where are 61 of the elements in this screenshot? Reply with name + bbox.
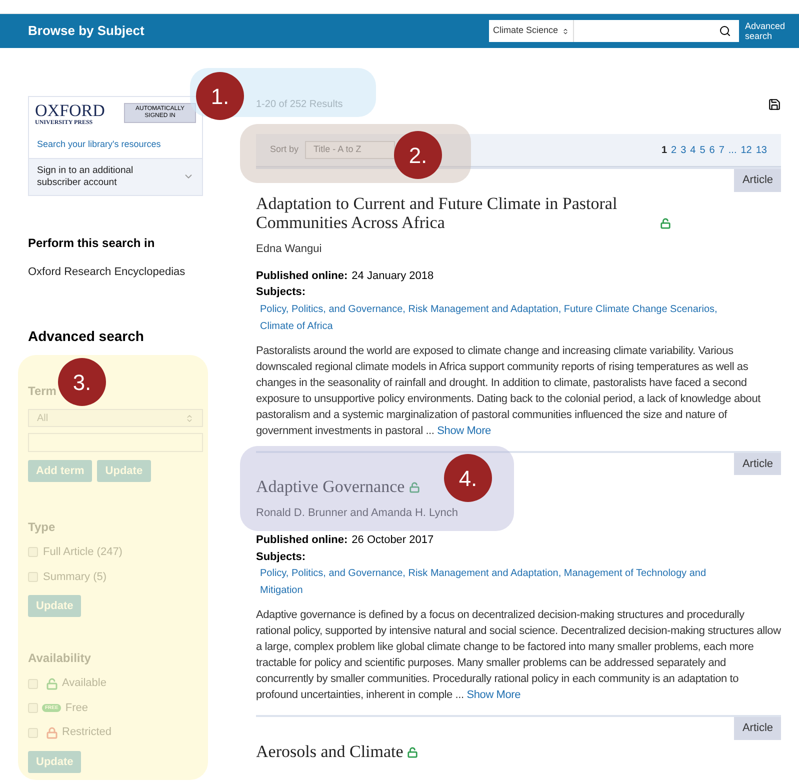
page-link[interactable]: 3 xyxy=(680,142,686,158)
advanced-heading: Advanced search xyxy=(28,327,145,346)
checkbox[interactable] xyxy=(28,547,38,558)
scope-select[interactable]: Climate Science xyxy=(489,20,574,42)
page-link[interactable]: 6 xyxy=(709,142,715,158)
updown-icon xyxy=(562,26,569,36)
page-link[interactable]: 1 xyxy=(661,142,668,158)
logo-name: OXFORD xyxy=(35,103,105,119)
subjects-label: Subjects: xyxy=(256,285,307,300)
search-icon[interactable] xyxy=(719,25,731,37)
published-label: Published online: xyxy=(256,268,348,284)
article-title[interactable]: Adaptation to Current and Future Climate in Pastoral Communities Across Africa xyxy=(256,194,656,232)
page-link[interactable]: 5 xyxy=(700,142,706,158)
subject-links[interactable]: Policy, Politics, and Governance, Risk Management and Adaptation, Future Climate Change Scenarios, Climate of Africa xyxy=(256,300,781,334)
encyclopedias-link[interactable]: Oxford Research Encyclopedias xyxy=(28,264,203,280)
availability-label: Availability xyxy=(28,650,92,668)
checkbox[interactable] xyxy=(28,572,38,582)
perform-heading: Perform this search in xyxy=(28,234,156,252)
page-link[interactable]: 7 xyxy=(718,142,724,158)
author-names: Ronald D. Brunner and Amanda H. Lynch xyxy=(256,507,458,519)
checkbox[interactable] xyxy=(28,678,38,688)
published-label: Published online: xyxy=(256,533,348,548)
subjects-label: Subjects: xyxy=(256,550,307,564)
abstract-text: Pastoralists around the world are exposed to climate change and increasing climate variability. Various downscaled regional climate models in Africa support community reports of rising temperatures as well as changes in the seasonality of rainfall and drought. In addition to climate, pastoralists have faced a second exposure to unsupportive policy environments. Dating back to the colonial period, a lack of knowledge about pastoralism and a systemic marginalization of pastoral communities influenced the size and nature of government investments in pastoral ... Show More xyxy=(256,344,762,438)
callout-badge: 2. xyxy=(394,131,442,179)
article-title[interactable]: Adaptive Governance xyxy=(256,477,405,496)
published-date: 24 January 2018 xyxy=(352,268,434,284)
type-tag: Article xyxy=(734,717,781,740)
page-link[interactable]: 13 xyxy=(756,142,767,158)
search-field[interactable] xyxy=(574,20,739,42)
checkbox[interactable] xyxy=(28,703,38,713)
subject-links[interactable]: Policy, Politics, and Governance, Risk Management and Adaptation, Management of Technology and Mitigation xyxy=(256,565,781,599)
term-label: Term xyxy=(28,384,56,398)
callout-badge: 4. xyxy=(444,454,492,502)
updown-icon xyxy=(185,414,194,422)
results-count: 1-20 of 252 Results xyxy=(256,98,343,112)
advanced-search-link[interactable]: Advanced search xyxy=(745,21,793,41)
type-tag: Article xyxy=(734,452,781,475)
page-link[interactable]: ... xyxy=(728,142,737,158)
page-link[interactable]: 2 xyxy=(671,142,677,158)
library-link[interactable]: Search your library's resources xyxy=(29,138,202,152)
type-tag: Article xyxy=(734,169,781,192)
open-lock-icon xyxy=(46,678,58,690)
article-title[interactable]: Aerosols and Climate xyxy=(256,742,404,760)
header-title[interactable]: Browse by Subject xyxy=(28,21,144,41)
callout-badge: 3. xyxy=(58,358,106,406)
published-date: 26 October 2017 xyxy=(352,533,434,548)
author-names: Edna Wangui xyxy=(256,242,322,254)
abstract-text: Adaptive governance is defined by a focus on decentralized decision-making structures and procedurally rational policy, supported by intensive natural and social science. Decentralized decision-making structures allow a large, complex problem like global climate change to be factored into many smaller problems, each more tractable for policy and scientific purposes. Many smaller problems can be addressed separately and concurrently by smaller communities. Procedurally rational policy in each community is an adaptation to profound uncertainties, inherent in comple ... Show More xyxy=(256,608,781,703)
show-more-link[interactable]: Show More xyxy=(437,424,491,436)
type-label: Type xyxy=(28,519,56,536)
sort-select[interactable]: Title - A to Z xyxy=(304,141,395,159)
page-link[interactable]: 12 xyxy=(740,142,752,158)
page-link[interactable]: 4 xyxy=(690,142,696,158)
lock-icon xyxy=(46,726,58,738)
checkbox[interactable] xyxy=(28,728,38,738)
show-more-link[interactable]: Show More xyxy=(466,689,521,701)
callout-badge: 1. xyxy=(196,72,244,120)
signin-dropdown[interactable]: Sign in to an additional subscriber account xyxy=(29,158,202,194)
sort-label: Sort by xyxy=(270,143,299,156)
save-icon[interactable] xyxy=(768,98,781,110)
